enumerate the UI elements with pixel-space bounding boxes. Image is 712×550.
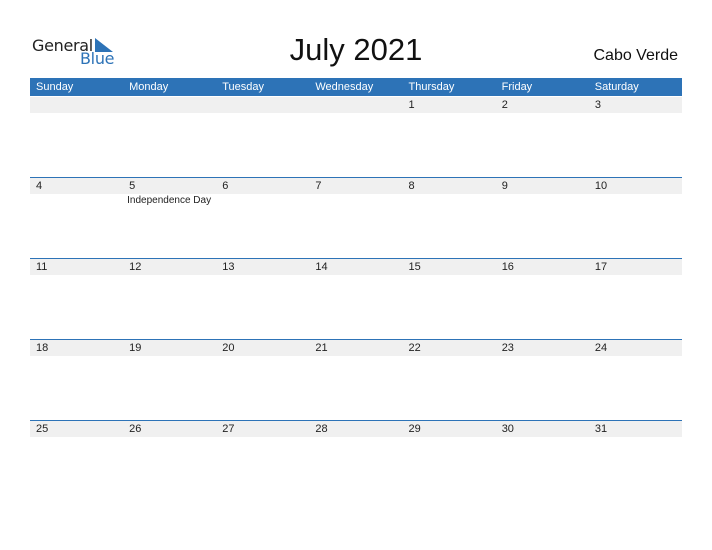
day-cell: 26 (123, 421, 216, 502)
week-row: 25 26 27 28 29 30 31 (30, 420, 682, 502)
day-cell: 28 (309, 421, 402, 502)
day-cell: 5 Independence Day (123, 178, 216, 259)
day-cell: 24 (589, 340, 682, 421)
day-cell: 25 (30, 421, 123, 502)
day-cell: 15 (403, 259, 496, 340)
day-number: 3 (594, 99, 601, 111)
day-cell: 8 (403, 178, 496, 259)
day-number: 15 (408, 261, 421, 273)
day-number: 12 (129, 261, 142, 273)
day-cell: 18 (30, 340, 123, 421)
day-number: 30 (501, 423, 514, 435)
day-cell: 30 (496, 421, 589, 502)
day-cell: 3 (589, 97, 682, 178)
day-cell: 29 (403, 421, 496, 502)
day-number: 6 (222, 180, 229, 192)
day-cell: 7 (309, 178, 402, 259)
day-number: 7 (315, 180, 322, 192)
day-number: 29 (408, 423, 421, 435)
day-cell: 17 (589, 259, 682, 340)
day-cell: 2 (496, 97, 589, 178)
day-number: 17 (594, 261, 608, 273)
day-number: 19 (129, 342, 142, 354)
day-number: 5 (129, 180, 136, 192)
day-cell: 22 (403, 340, 496, 421)
day-number: 16 (501, 261, 514, 273)
day-number: 25 (36, 423, 49, 435)
day-number: 11 (36, 261, 48, 273)
day-cell: 16 (496, 259, 589, 340)
day-number: 2 (501, 99, 508, 111)
week-row: 1 2 3 (30, 97, 682, 178)
day-cell (216, 97, 309, 178)
country-label: Cabo Verde (593, 47, 678, 64)
day-cell: 27 (216, 421, 309, 502)
day-number: 22 (408, 342, 421, 354)
day-number: 28 (315, 423, 328, 435)
day-number: 8 (408, 180, 415, 192)
weekday-tuesday: Tuesday (222, 81, 265, 93)
day-cell: 13 (216, 259, 309, 340)
day-cell (30, 97, 123, 178)
day-cell: 10 (589, 178, 682, 259)
day-cell: 11 (30, 259, 123, 340)
week-row: 11 12 13 14 15 16 17 (30, 258, 682, 340)
week-row: 4 5 Independence Day 6 7 8 9 10 (30, 177, 682, 259)
day-number: 23 (501, 342, 514, 354)
weekday-wednesday: Wednesday (315, 81, 374, 93)
weekday-saturday: Saturday (594, 81, 639, 93)
day-number: 4 (36, 180, 43, 192)
day-number: 21 (315, 342, 328, 354)
day-number: 26 (129, 423, 142, 435)
weekday-monday: Monday (129, 81, 169, 93)
day-cell (309, 97, 402, 178)
day-cell: 1 (403, 97, 496, 178)
day-number: 10 (594, 180, 608, 192)
holiday-event: Independence Day (127, 195, 212, 206)
day-cell: 12 (123, 259, 216, 340)
day-number: 27 (222, 423, 235, 435)
day-cell: 4 (30, 178, 123, 259)
day-number: 18 (36, 342, 49, 354)
day-number: 1 (408, 99, 415, 111)
day-number: 13 (222, 261, 235, 273)
day-number: 31 (594, 423, 608, 435)
day-number: 20 (222, 342, 235, 354)
weekday-header: Sunday Monday Tuesday Wednesday Thursday… (30, 78, 682, 96)
weekday-thursday: Thursday (408, 81, 455, 93)
day-cell: 9 (496, 178, 589, 259)
week-row: 18 19 20 21 22 23 24 (30, 339, 682, 421)
day-number: 24 (594, 342, 608, 354)
day-cell: 6 (216, 178, 309, 259)
weekday-friday: Friday (501, 81, 533, 93)
day-cell: 21 (309, 340, 402, 421)
weekday-sunday: Sunday (36, 81, 74, 93)
day-cell: 31 (589, 421, 682, 502)
day-cell: 19 (123, 340, 216, 421)
day-cell: 14 (309, 259, 402, 340)
day-cell (123, 97, 216, 178)
day-number: 14 (315, 261, 328, 273)
day-number: 9 (501, 180, 508, 192)
day-cell: 23 (496, 340, 589, 421)
day-cell: 20 (216, 340, 309, 421)
